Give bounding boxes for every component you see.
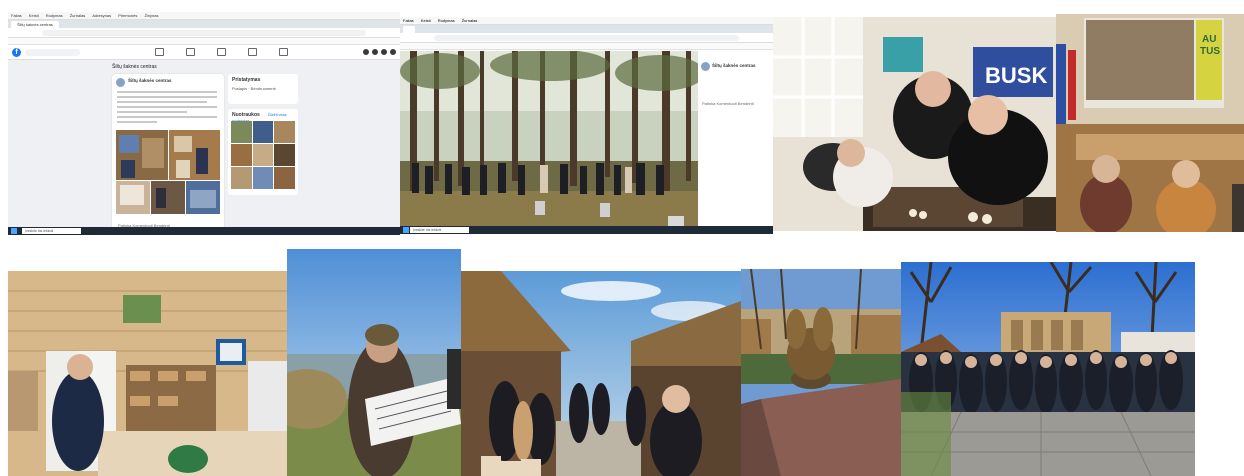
facebook-post: Šiltų šaknės centras Patinka Komentuoti (112, 74, 224, 230)
forest-group-photo[interactable] (400, 51, 698, 234)
conference-room-photo[interactable]: AU TUS (1056, 14, 1244, 232)
page-title: Šiltų šaknės centras (112, 64, 157, 70)
windows-taskbar: Įveskite čia ieškoti (8, 227, 400, 235)
bookmarks-bar (400, 43, 773, 50)
notifications-icon[interactable] (381, 49, 387, 55)
bronze-sculpture-photo[interactable] (741, 269, 901, 476)
browser-menubar: Failas Keisti Rodymas Žurnalas Adresynas… (8, 12, 400, 20)
facebook-header: f (8, 45, 400, 60)
browser-tabbar (400, 25, 773, 33)
menu-item[interactable]: Keisti (29, 13, 39, 18)
address-bar (400, 33, 773, 43)
page-name[interactable]: Šiltų šaknės centras (712, 63, 756, 68)
banner-text: BUSK (985, 63, 1047, 88)
photo-side-panel: Šiltų šaknės centras Patinka Komentuoti … (698, 51, 773, 234)
photos-card: NuotraukosŽiūrėti visas nuotraukas (228, 109, 298, 195)
tasting-photo[interactable]: BUSK (773, 17, 1056, 231)
intro-card: Pristatymas Puslapis · Bendruomenė (228, 74, 298, 104)
intro-line: Puslapis · Bendruomenė (232, 86, 276, 91)
browser-tab[interactable] (403, 26, 415, 33)
screen-text-bottom: TUS (1200, 46, 1220, 57)
taskbar-search-input[interactable]: Įveskite čia ieškoti (410, 227, 469, 233)
marketplace-icon[interactable] (248, 48, 257, 56)
browser-tabbar: Šiltų šaknės centras (8, 20, 400, 28)
menu-item[interactable]: Priemonės (118, 13, 137, 18)
menu-item[interactable]: Rodymas (46, 13, 63, 18)
post-text (117, 91, 217, 126)
groups-icon[interactable] (279, 48, 288, 56)
screen-text-top: AU (1202, 34, 1216, 45)
address-bar (8, 28, 400, 38)
taskbar-search-input[interactable]: Įveskite čia ieškoti (22, 228, 81, 234)
account-icon[interactable] (390, 49, 396, 55)
workshop-room-photo[interactable] (8, 271, 287, 476)
photos-grid[interactable] (231, 121, 295, 189)
video-icon[interactable] (217, 48, 226, 56)
thatched-village-group-photo[interactable] (461, 271, 741, 476)
menu-item[interactable]: Žinynas (144, 13, 158, 18)
facebook-header-actions (363, 49, 396, 55)
bookmarks-bar (8, 38, 400, 45)
windows-taskbar: Įveskite čia ieškoti (400, 226, 773, 234)
browser-menubar: Failas Keisti Rodymas Žurnalas (400, 17, 773, 25)
avatar[interactable] (701, 62, 710, 71)
intro-title: Pristatymas (232, 77, 261, 83)
windows-start-icon[interactable] (11, 228, 17, 234)
browser-tab[interactable]: Šiltų šaknės centras (11, 21, 59, 28)
menu-icon[interactable] (363, 49, 369, 55)
large-group-photo[interactable] (901, 262, 1195, 476)
menu-item[interactable]: Žurnalas (70, 13, 86, 18)
facebook-photo-viewer-screenshot: Failas Keisti Rodymas Žurnalas Šiltų šak… (400, 17, 773, 234)
windows-start-icon[interactable] (403, 227, 409, 233)
flag-icon[interactable] (186, 48, 195, 56)
facebook-search-input[interactable] (25, 48, 80, 56)
facebook-nav (80, 48, 363, 56)
guide-with-map-sign-photo[interactable] (287, 249, 461, 476)
url-input[interactable] (434, 34, 739, 41)
menu-item[interactable]: Failas (11, 13, 22, 18)
url-input[interactable] (42, 29, 366, 36)
facebook-page-screenshot: Failas Keisti Rodymas Žurnalas Adresynas… (8, 12, 400, 235)
menu-item[interactable]: Adresynas (92, 13, 111, 18)
post-author[interactable]: Šiltų šaknės centras (128, 78, 172, 83)
facebook-logo-icon[interactable]: f (12, 47, 21, 57)
photo-actions[interactable]: Patinka Komentuoti Bendrinti (702, 101, 754, 106)
home-icon[interactable] (155, 48, 164, 56)
avatar[interactable] (116, 78, 125, 87)
post-photo-collage[interactable] (116, 130, 220, 214)
messenger-icon[interactable] (372, 49, 378, 55)
